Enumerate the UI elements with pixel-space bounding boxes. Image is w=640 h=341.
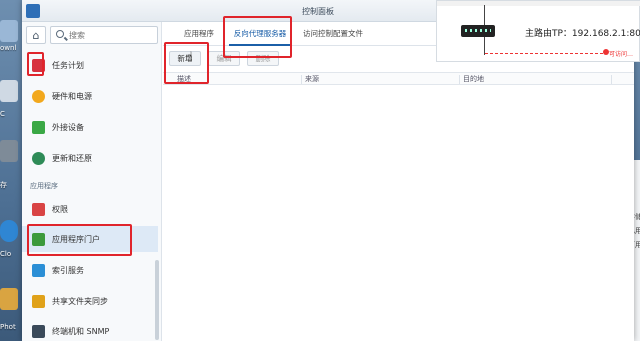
table-body — [163, 85, 634, 341]
photo-icon[interactable] — [0, 288, 18, 310]
access-path-line — [485, 53, 603, 54]
sidebar-item-label: 更新和还原 — [52, 153, 92, 163]
sidebar-item-terminal-snmp[interactable]: 终端机和 SNMP — [22, 318, 158, 341]
desktop-icons: ownl C 存 Clo Phot — [0, 0, 22, 341]
folder-sync-icon — [32, 294, 45, 308]
home-icon: ⌂ — [32, 28, 40, 42]
sidebar-item-indexing-service[interactable]: 索引服务 — [22, 257, 158, 283]
grid-icon — [32, 202, 45, 216]
sidebar-item-update-restore[interactable]: 更新和还原 — [22, 145, 158, 171]
sidebar-item-hardware-power[interactable]: 硬件和电源 — [22, 83, 158, 109]
control-panel-icon — [26, 4, 40, 18]
table-header: 描述 来源 目的地 — [163, 72, 634, 85]
sidebar-item-label: 硬件和电源 — [52, 91, 92, 101]
column-divider — [301, 75, 302, 84]
download-app-icon[interactable] — [0, 20, 18, 42]
lightbulb-icon — [32, 89, 45, 103]
desktop-label: Clo — [0, 250, 12, 258]
annotation-box-reverse-proxy-tab — [223, 16, 292, 58]
sidebar-item-label: 终端机和 SNMP — [52, 326, 110, 336]
desktop-label: ownl — [0, 44, 17, 52]
home-button[interactable]: ⌂ — [26, 26, 46, 44]
access-label: 可访问… — [609, 51, 634, 58]
column-divider — [611, 75, 612, 84]
video-play-icon[interactable] — [566, 250, 608, 292]
column-divider — [459, 75, 460, 84]
sidebar-item-label: 外接设备 — [52, 122, 84, 132]
drive-icon[interactable] — [0, 80, 18, 102]
storage-icon[interactable] — [0, 140, 18, 162]
index-icon — [32, 263, 45, 277]
router-icon — [461, 25, 495, 37]
search-icon — [56, 30, 64, 38]
cloud-icon[interactable] — [0, 220, 18, 242]
annotation-box-task-scheduler — [27, 52, 44, 76]
sidebar-item-privileges[interactable]: 权限 — [22, 196, 158, 222]
sidebar-section-applications: 应用程序 — [30, 182, 58, 190]
sidebar-item-shared-folder-sync[interactable]: 共享文件夹同步 — [22, 288, 158, 314]
desktop-label: Phot — [0, 323, 16, 331]
upload-icon — [32, 120, 45, 134]
window-title: 控制面板 — [302, 7, 334, 16]
annotation-box-application-portal — [27, 224, 132, 256]
network-diagram-overlay: 主路由TP：192.168.2.1:80 可访问… — [436, 0, 640, 62]
sidebar-item-label: 共享文件夹同步 — [52, 296, 108, 306]
tab-access-control-profile[interactable]: 访问控制配置文件 — [297, 22, 369, 46]
desktop-label: 存 — [0, 181, 7, 189]
search-box[interactable] — [50, 26, 158, 44]
sidebar-top: ⌂ — [26, 26, 158, 44]
sidebar-item-label: 任务计划 — [52, 60, 84, 70]
overlay-top-strip — [437, 1, 640, 6]
sidebar-scrollbar[interactable] — [155, 260, 159, 340]
terminal-icon — [32, 324, 45, 338]
sidebar-item-label: 索引服务 — [52, 265, 84, 275]
sidebar-item-label: 权限 — [52, 204, 68, 214]
search-input[interactable] — [69, 27, 155, 43]
sidebar-item-external-devices[interactable]: 外接设备 — [22, 114, 158, 140]
refresh-icon — [32, 151, 45, 165]
column-header-source[interactable]: 来源 — [305, 74, 319, 84]
desktop-label: C — [0, 110, 5, 118]
column-header-destination[interactable]: 目的地 — [463, 74, 484, 84]
hand-cursor-icon: ☝ — [185, 50, 193, 65]
router-label: 主路由TP：192.168.2.1:80 — [525, 29, 640, 39]
